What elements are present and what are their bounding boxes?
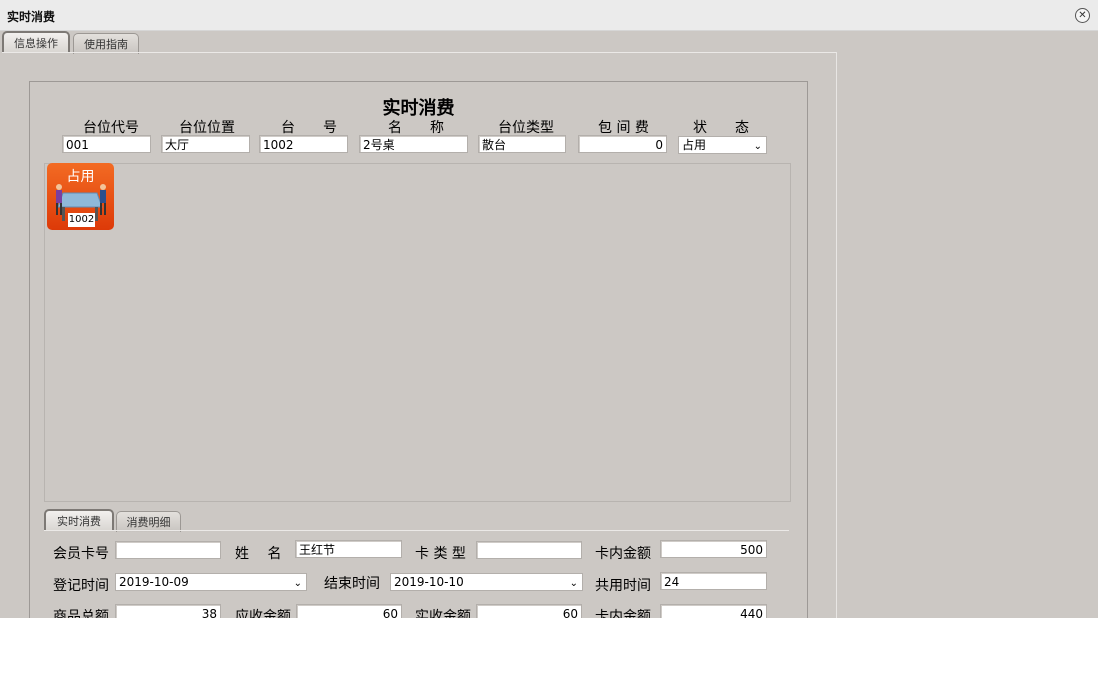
- content-frame: [2, 52, 837, 618]
- window-title: 实时消费: [7, 10, 56, 24]
- tab-info-operation[interactable]: 信息操作: [2, 31, 70, 53]
- window: 实时消费 ✕ 信息操作 使用指南 实时消费 台位代号 台位位置 台 号 名 称 …: [0, 0, 1098, 618]
- title-bar: 实时消费 ✕: [0, 0, 1098, 31]
- tab-user-guide[interactable]: 使用指南: [73, 33, 139, 54]
- close-icon[interactable]: ✕: [1075, 8, 1090, 23]
